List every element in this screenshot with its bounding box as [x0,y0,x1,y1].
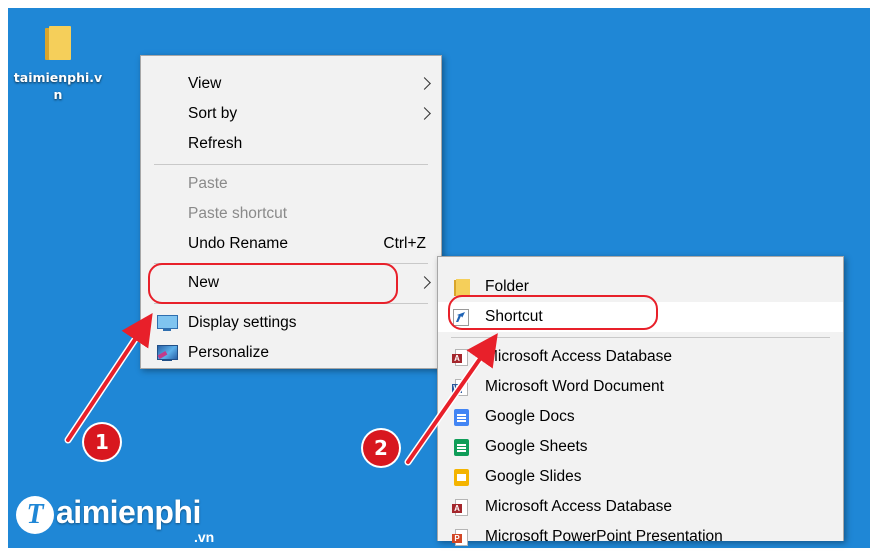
submenu-item-label: Microsoft PowerPoint Presentation [485,528,723,545]
personalize-icon [156,345,178,361]
taimienphi-watermark: T aimienphi .vn [16,494,236,548]
menu-item-label: Display settings [188,314,297,331]
submenu-item-label: Microsoft Access Database [485,498,672,515]
menu-item-label: View [188,75,222,92]
submenu-item-label: Folder [485,278,529,295]
submenu-item-label: Google Slides [485,468,582,485]
menu-item-label: Refresh [188,135,243,152]
menu-item-shortcut: Ctrl+Z [383,235,426,252]
taimienphi-logo-icon: T [16,496,54,534]
menu-item-label: Personalize [188,344,269,361]
menu-separator [154,164,428,165]
submenu-item-google-slides[interactable]: Google Slides [438,462,843,492]
google-docs-icon [452,409,470,426]
folder-icon [452,279,470,296]
menu-item-paste: Paste [141,169,441,199]
desktop-folder-shortcut[interactable]: taimienphi.vn [12,26,104,103]
menu-separator [451,337,830,338]
menu-item-label: Sort by [188,105,238,122]
step-1-badge: 1 [84,424,120,460]
menu-item-view[interactable]: View [141,69,441,99]
access-icon: A [452,349,470,366]
menu-item-refresh[interactable]: Refresh [141,129,441,159]
watermark-brand: aimienphi [56,494,201,530]
submenu-item-label: Google Sheets [485,438,588,455]
submenu-item-label: Microsoft Word Document [485,378,664,395]
powerpoint-icon: P [452,529,470,546]
highlight-new-ring [148,263,398,304]
submenu-item-word-document[interactable]: W Microsoft Word Document [438,372,843,402]
folder-icon [45,26,71,60]
menu-item-personalize[interactable]: Personalize [141,338,441,368]
highlight-shortcut-ring [448,295,658,330]
submenu-item-access-database-2[interactable]: A Microsoft Access Database [438,492,843,522]
google-sheets-icon [452,439,470,456]
desktop-icon-label: taimienphi.vn [13,70,103,102]
menu-item-sort-by[interactable]: Sort by [141,99,441,129]
desktop-context-menu: View Sort by Refresh Paste Paste shortcu… [140,55,442,369]
menu-item-display-settings[interactable]: Display settings [141,308,441,338]
menu-item-label: Paste shortcut [188,205,288,222]
submenu-item-access-database[interactable]: A Microsoft Access Database [438,342,843,372]
chevron-right-icon [418,107,431,120]
step-2-badge: 2 [363,430,399,466]
submenu-item-google-sheets[interactable]: Google Sheets [438,432,843,462]
menu-item-label: Undo Rename [188,235,288,252]
menu-item-paste-shortcut: Paste shortcut [141,199,441,229]
submenu-item-label: Google Docs [485,408,575,425]
menu-item-undo-rename[interactable]: Undo Rename Ctrl+Z [141,229,441,259]
watermark-tld: .vn [194,529,215,545]
google-slides-icon [452,469,470,486]
submenu-item-label: Microsoft Access Database [485,348,672,365]
access-icon: A [452,499,470,516]
submenu-item-google-docs[interactable]: Google Docs [438,402,843,432]
chevron-right-icon [418,276,431,289]
word-icon: W [452,379,470,396]
menu-item-label: Paste [188,175,228,192]
display-settings-icon [156,315,178,331]
chevron-right-icon [418,77,431,90]
